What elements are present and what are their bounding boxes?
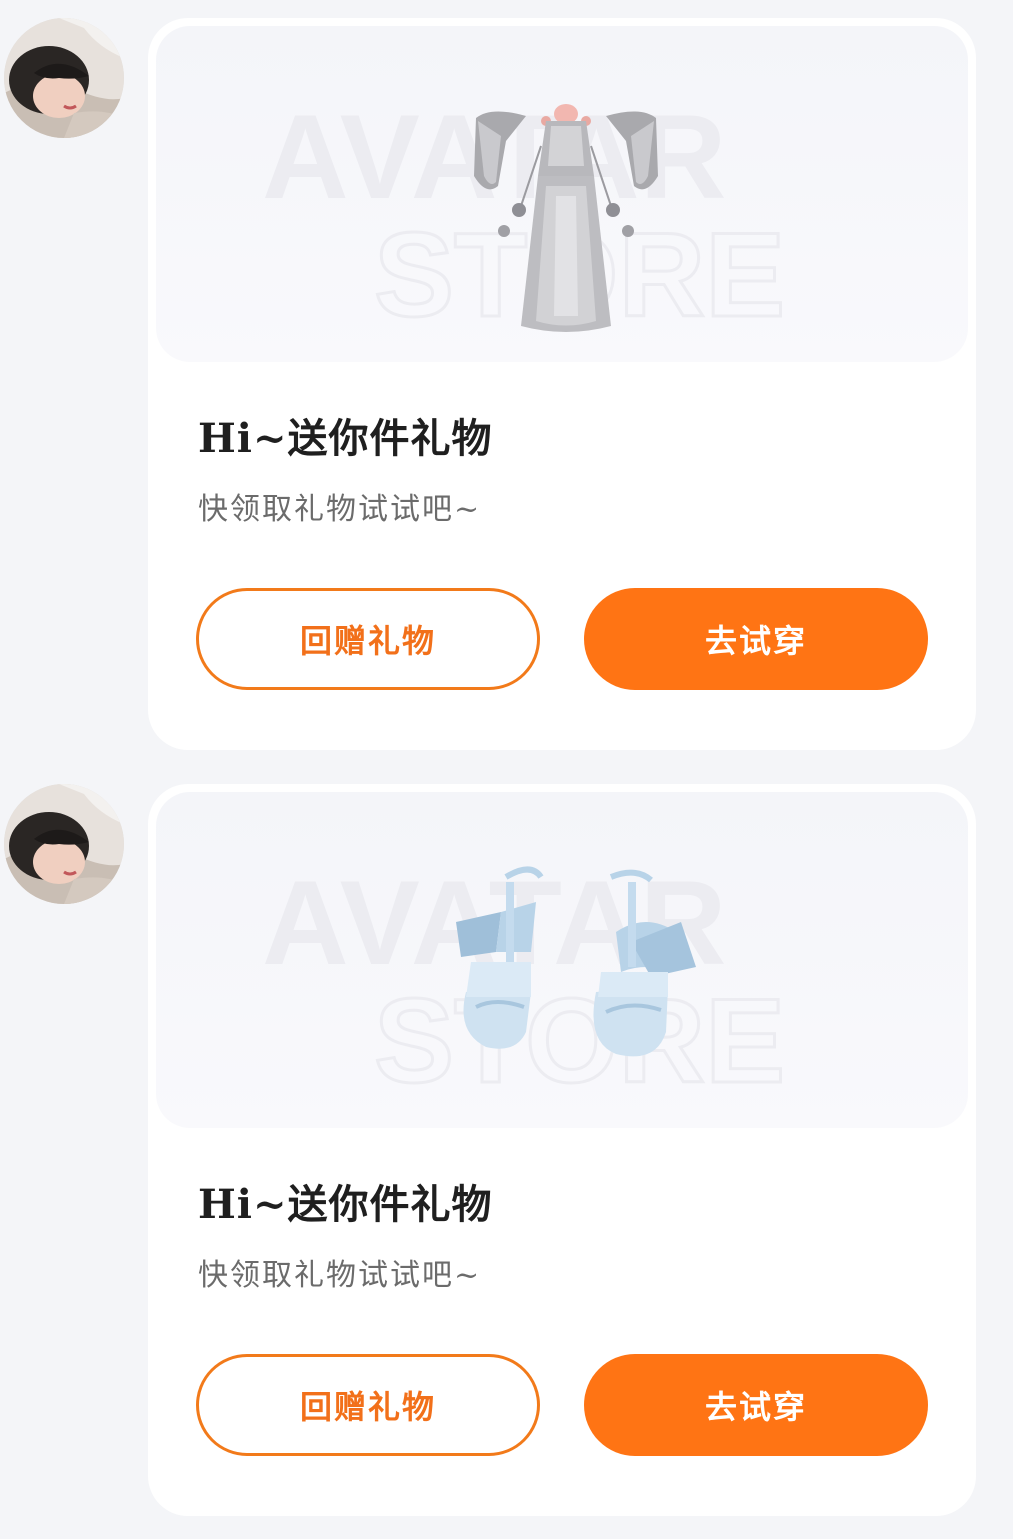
return-gift-button[interactable]: 回赠礼物 [196, 1354, 540, 1456]
sender-avatar[interactable] [4, 18, 124, 138]
gift-title: Hi~送你件礼物 [198, 1181, 493, 1228]
shoes-icon [456, 866, 696, 1057]
avatar-photo [4, 784, 124, 904]
gift-preview[interactable]: AVATAR STORE [156, 792, 968, 1128]
avatar-photo [4, 18, 124, 138]
gift-title: Hi~送你件礼物 [198, 415, 493, 462]
gift-subtitle: 快领取礼物试试吧~ [198, 1258, 482, 1293]
gift-subtitle: 快领取礼物试试吧~ [198, 492, 482, 527]
gift-card: AVATAR STORE Hi~送你 [148, 784, 976, 1516]
return-gift-button[interactable]: 回赠礼物 [196, 588, 540, 690]
sender-avatar[interactable] [4, 784, 124, 904]
try-on-button[interactable]: 去试穿 [584, 1354, 928, 1456]
dress-icon [474, 104, 658, 332]
try-on-button[interactable]: 去试穿 [584, 588, 928, 690]
gift-card: AVATAR STORE [148, 18, 976, 750]
gift-preview[interactable]: AVATAR STORE [156, 26, 968, 362]
